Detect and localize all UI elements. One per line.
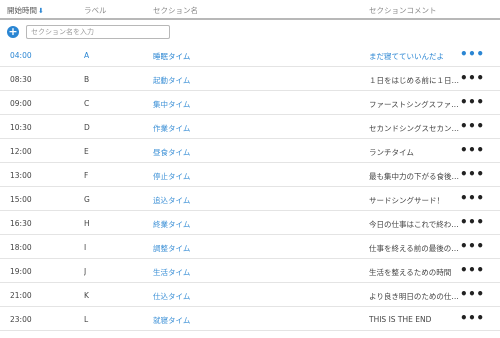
row-start-time: 04:00 — [10, 51, 32, 60]
more-horizontal-icon[interactable]: ••• — [460, 119, 485, 133]
row-label: I — [84, 243, 87, 252]
more-horizontal-icon[interactable]: ••• — [460, 239, 485, 253]
table-row[interactable]: 12:00 E 昼食タイム ランチタイム ••• — [0, 139, 500, 163]
row-section-comment[interactable]: 仕事を終える前の最後のスパート — [369, 243, 462, 254]
table-row[interactable]: 15:00 G 追込タイム サードシングサード！ ••• — [0, 187, 500, 211]
row-start-time: 08:30 — [10, 75, 32, 84]
column-header-section-name[interactable]: セクション名 — [153, 5, 198, 16]
more-horizontal-icon[interactable]: ••• — [460, 71, 485, 85]
table-row[interactable]: 08:30 B 起動タイム １日をはじめる前に１日の計画を••• — [0, 67, 500, 91]
row-label: E — [84, 147, 89, 156]
row-section-name[interactable]: 停止タイム — [153, 171, 333, 182]
table-row[interactable]: 16:30 H 終業タイム 今日の仕事はこれで終わりだ ••• — [0, 211, 500, 235]
row-section-name[interactable]: 終業タイム — [153, 219, 333, 230]
row-section-name[interactable]: 調整タイム — [153, 243, 333, 254]
table-row[interactable]: 09:00 C 集中タイム ファーストシングスファースト••• — [0, 91, 500, 115]
row-section-name[interactable]: 睡眠タイム — [153, 51, 333, 62]
row-label: C — [84, 99, 90, 108]
row-label: K — [84, 291, 89, 300]
table-header: 開始時間⬇ ラベル セクション名 セクションコメント — [0, 0, 500, 20]
more-horizontal-icon[interactable]: ••• — [460, 263, 485, 277]
section-name-input[interactable] — [26, 25, 170, 39]
row-section-comment[interactable]: 今日の仕事はこれで終わりだ — [369, 219, 462, 230]
row-section-name[interactable]: 生活タイム — [153, 267, 333, 278]
more-horizontal-icon[interactable]: ••• — [460, 191, 485, 205]
more-horizontal-icon[interactable]: ••• — [460, 95, 485, 109]
row-section-name[interactable]: 追込タイム — [153, 195, 333, 206]
row-section-comment[interactable]: ファーストシングスファースト — [369, 99, 462, 110]
row-section-comment[interactable]: THIS IS THE END — [369, 315, 462, 324]
row-start-time: 23:00 — [10, 315, 32, 324]
sort-down-icon[interactable]: ⬇ — [38, 7, 44, 15]
row-section-comment[interactable]: セカンドシングスセカンド！ — [369, 123, 462, 134]
row-section-name[interactable]: 仕込タイム — [153, 291, 333, 302]
table-row[interactable]: 10:30 D 作業タイム セカンドシングスセカンド！ ••• — [0, 115, 500, 139]
column-header-label[interactable]: ラベル — [84, 5, 107, 16]
section-list: 04:00 A 睡眠タイム まだ寝てていいんだよ ••• 08:30 B 起動タイム １日をはじ… — [0, 43, 500, 331]
row-start-time: 18:00 — [10, 243, 32, 252]
column-header-section-comment[interactable]: セクションコメント — [369, 5, 437, 16]
row-start-time: 10:30 — [10, 123, 32, 132]
column-header-start-time[interactable]: 開始時間⬇ — [7, 5, 44, 16]
row-section-comment[interactable]: まだ寝てていいんだよ — [369, 51, 462, 62]
more-horizontal-icon[interactable]: ••• — [460, 47, 485, 61]
row-section-comment[interactable]: １日をはじめる前に１日の計画を — [369, 75, 462, 86]
more-horizontal-icon[interactable]: ••• — [460, 215, 485, 229]
table-row[interactable]: 13:00 F 停止タイム 最も集中力の下がる食後のひととき••• — [0, 163, 500, 187]
row-label: H — [84, 219, 90, 228]
more-horizontal-icon[interactable]: ••• — [460, 311, 485, 325]
row-label: D — [84, 123, 90, 132]
column-header-start-time-label: 開始時間 — [7, 6, 37, 15]
row-label: G — [84, 195, 90, 204]
row-start-time: 16:30 — [10, 219, 32, 228]
row-section-comment[interactable]: 最も集中力の下がる食後のひととき — [369, 171, 462, 182]
row-start-time: 12:00 — [10, 147, 32, 156]
more-horizontal-icon[interactable]: ••• — [460, 167, 485, 181]
row-label: B — [84, 75, 90, 84]
row-section-name[interactable]: 昼食タイム — [153, 147, 333, 158]
row-label: J — [84, 267, 87, 276]
row-start-time: 19:00 — [10, 267, 32, 276]
row-start-time: 09:00 — [10, 99, 32, 108]
row-section-comment[interactable]: 生活を整えるための時間 — [369, 267, 462, 278]
row-section-comment[interactable]: ランチタイム — [369, 147, 462, 158]
table-row[interactable]: 23:00 L 就寝タイム THIS IS THE END ••• — [0, 307, 500, 331]
row-section-comment[interactable]: サードシングサード！ — [369, 195, 462, 206]
row-start-time: 13:00 — [10, 171, 32, 180]
plus-circle-icon[interactable]: + — [7, 26, 19, 38]
row-section-name[interactable]: 就寝タイム — [153, 315, 333, 326]
more-horizontal-icon[interactable]: ••• — [460, 287, 485, 301]
row-section-name[interactable]: 起動タイム — [153, 75, 333, 86]
row-start-time: 21:00 — [10, 291, 32, 300]
table-row[interactable]: 04:00 A 睡眠タイム まだ寝てていいんだよ ••• — [0, 43, 500, 67]
more-horizontal-icon[interactable]: ••• — [460, 143, 485, 157]
row-section-name[interactable]: 作業タイム — [153, 123, 333, 134]
add-section-row: + — [0, 22, 500, 43]
row-label: F — [84, 171, 89, 180]
table-row[interactable]: 18:00 I 調整タイム 仕事を終える前の最後のスパート••• — [0, 235, 500, 259]
row-start-time: 15:00 — [10, 195, 32, 204]
row-section-comment[interactable]: より良き明日のための仕込み時間 — [369, 291, 462, 302]
table-row[interactable]: 19:00 J 生活タイム 生活を整えるための時間 ••• — [0, 259, 500, 283]
table-row[interactable]: 21:00 K 仕込タイム より良き明日のための仕込み時間••• — [0, 283, 500, 307]
row-label: A — [84, 51, 90, 60]
row-section-name[interactable]: 集中タイム — [153, 99, 333, 110]
row-label: L — [84, 315, 89, 324]
